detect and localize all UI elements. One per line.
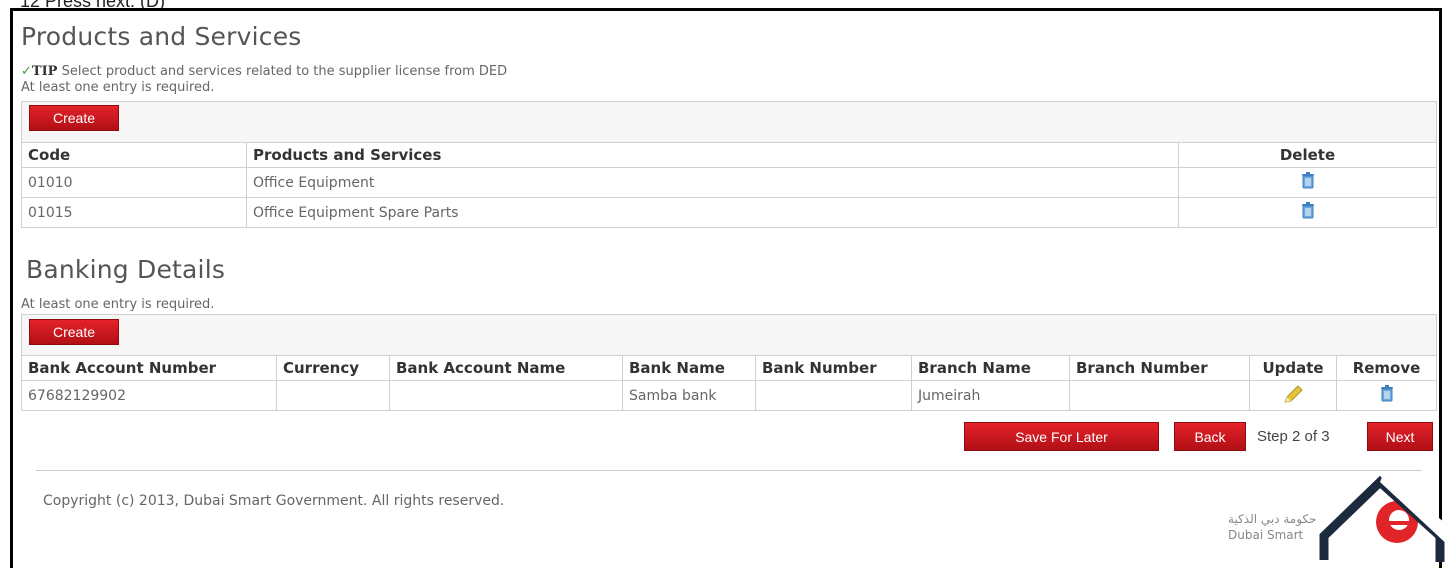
column-header-code: Code <box>21 142 247 168</box>
column-header-remove: Remove <box>1336 355 1437 381</box>
banking-create-button[interactable]: Create <box>29 319 119 345</box>
table-row: 01010 Office Equipment <box>21 167 1437 198</box>
column-header-currency: Currency <box>276 355 390 381</box>
product-name: Office Equipment <box>246 167 1179 198</box>
products-required-note: At least one entry is required. <box>21 80 215 95</box>
logo-arabic-text: حكومة دبي الذكية <box>1228 512 1317 526</box>
step-indicator: Step 2 of 3 <box>1257 428 1330 445</box>
banking-required-note: At least one entry is required. <box>21 297 215 312</box>
banking-header-row: Bank Account Number Currency Bank Accoun… <box>21 355 1437 381</box>
update-cell <box>1249 380 1337 411</box>
column-header-account-name: Bank Account Name <box>389 355 623 381</box>
products-table: Code Products and Services Delete 01010 … <box>21 142 1437 228</box>
table-row: 01015 Office Equipment Spare Parts <box>21 197 1437 228</box>
column-header-products: Products and Services <box>246 142 1179 168</box>
tip-text: Select product and services related to t… <box>61 64 508 79</box>
logo-english-text: Dubai Smart <box>1228 528 1304 542</box>
back-button[interactable]: Back <box>1174 422 1246 451</box>
product-code: 01010 <box>21 167 247 198</box>
copyright-text: Copyright (c) 2013, Dubai Smart Governme… <box>43 493 505 509</box>
column-header-branch-number: Branch Number <box>1069 355 1250 381</box>
trash-icon[interactable] <box>1301 172 1315 189</box>
currency <box>276 380 390 411</box>
trash-icon[interactable] <box>1301 202 1315 219</box>
bank-name: Samba bank <box>622 380 756 411</box>
branch-name: Jumeirah <box>911 380 1070 411</box>
save-for-later-button[interactable]: Save For Later <box>964 422 1159 451</box>
bank-number <box>755 380 912 411</box>
footer-divider <box>36 470 1422 471</box>
table-row: 67682129902 Samba bank Jumeirah <box>21 380 1437 411</box>
column-header-bank-number: Bank Number <box>755 355 912 381</box>
tip-line: ✓TIP Select product and services related… <box>21 64 507 79</box>
product-code: 01015 <box>21 197 247 228</box>
bank-account-number: 67682129902 <box>21 380 277 411</box>
banking-table: Bank Account Number Currency Bank Accoun… <box>21 355 1437 411</box>
check-icon: ✓ <box>21 64 32 79</box>
pencil-icon[interactable] <box>1282 384 1304 408</box>
bank-account-name <box>389 380 623 411</box>
column-header-account-number: Bank Account Number <box>21 355 277 381</box>
banking-toolbar <box>21 314 1437 356</box>
delete-cell <box>1178 197 1437 228</box>
column-header-delete: Delete <box>1178 142 1437 168</box>
column-header-update: Update <box>1249 355 1337 381</box>
banking-section-title: Banking Details <box>26 255 226 284</box>
products-toolbar <box>21 101 1437 143</box>
column-header-bank-name: Bank Name <box>622 355 756 381</box>
home-icon[interactable] <box>1318 472 1451 562</box>
trash-icon[interactable] <box>1380 385 1394 402</box>
column-header-branch-name: Branch Name <box>911 355 1070 381</box>
products-create-button[interactable]: Create <box>29 105 119 131</box>
content-frame <box>10 8 1442 568</box>
branch-number <box>1069 380 1250 411</box>
products-header-row: Code Products and Services Delete <box>21 142 1437 168</box>
product-name: Office Equipment Spare Parts <box>246 197 1179 228</box>
delete-cell <box>1178 167 1437 198</box>
remove-cell <box>1336 380 1437 411</box>
tip-label: TIP <box>31 64 58 79</box>
products-section-title: Products and Services <box>21 22 302 51</box>
next-button[interactable]: Next <box>1367 422 1433 451</box>
